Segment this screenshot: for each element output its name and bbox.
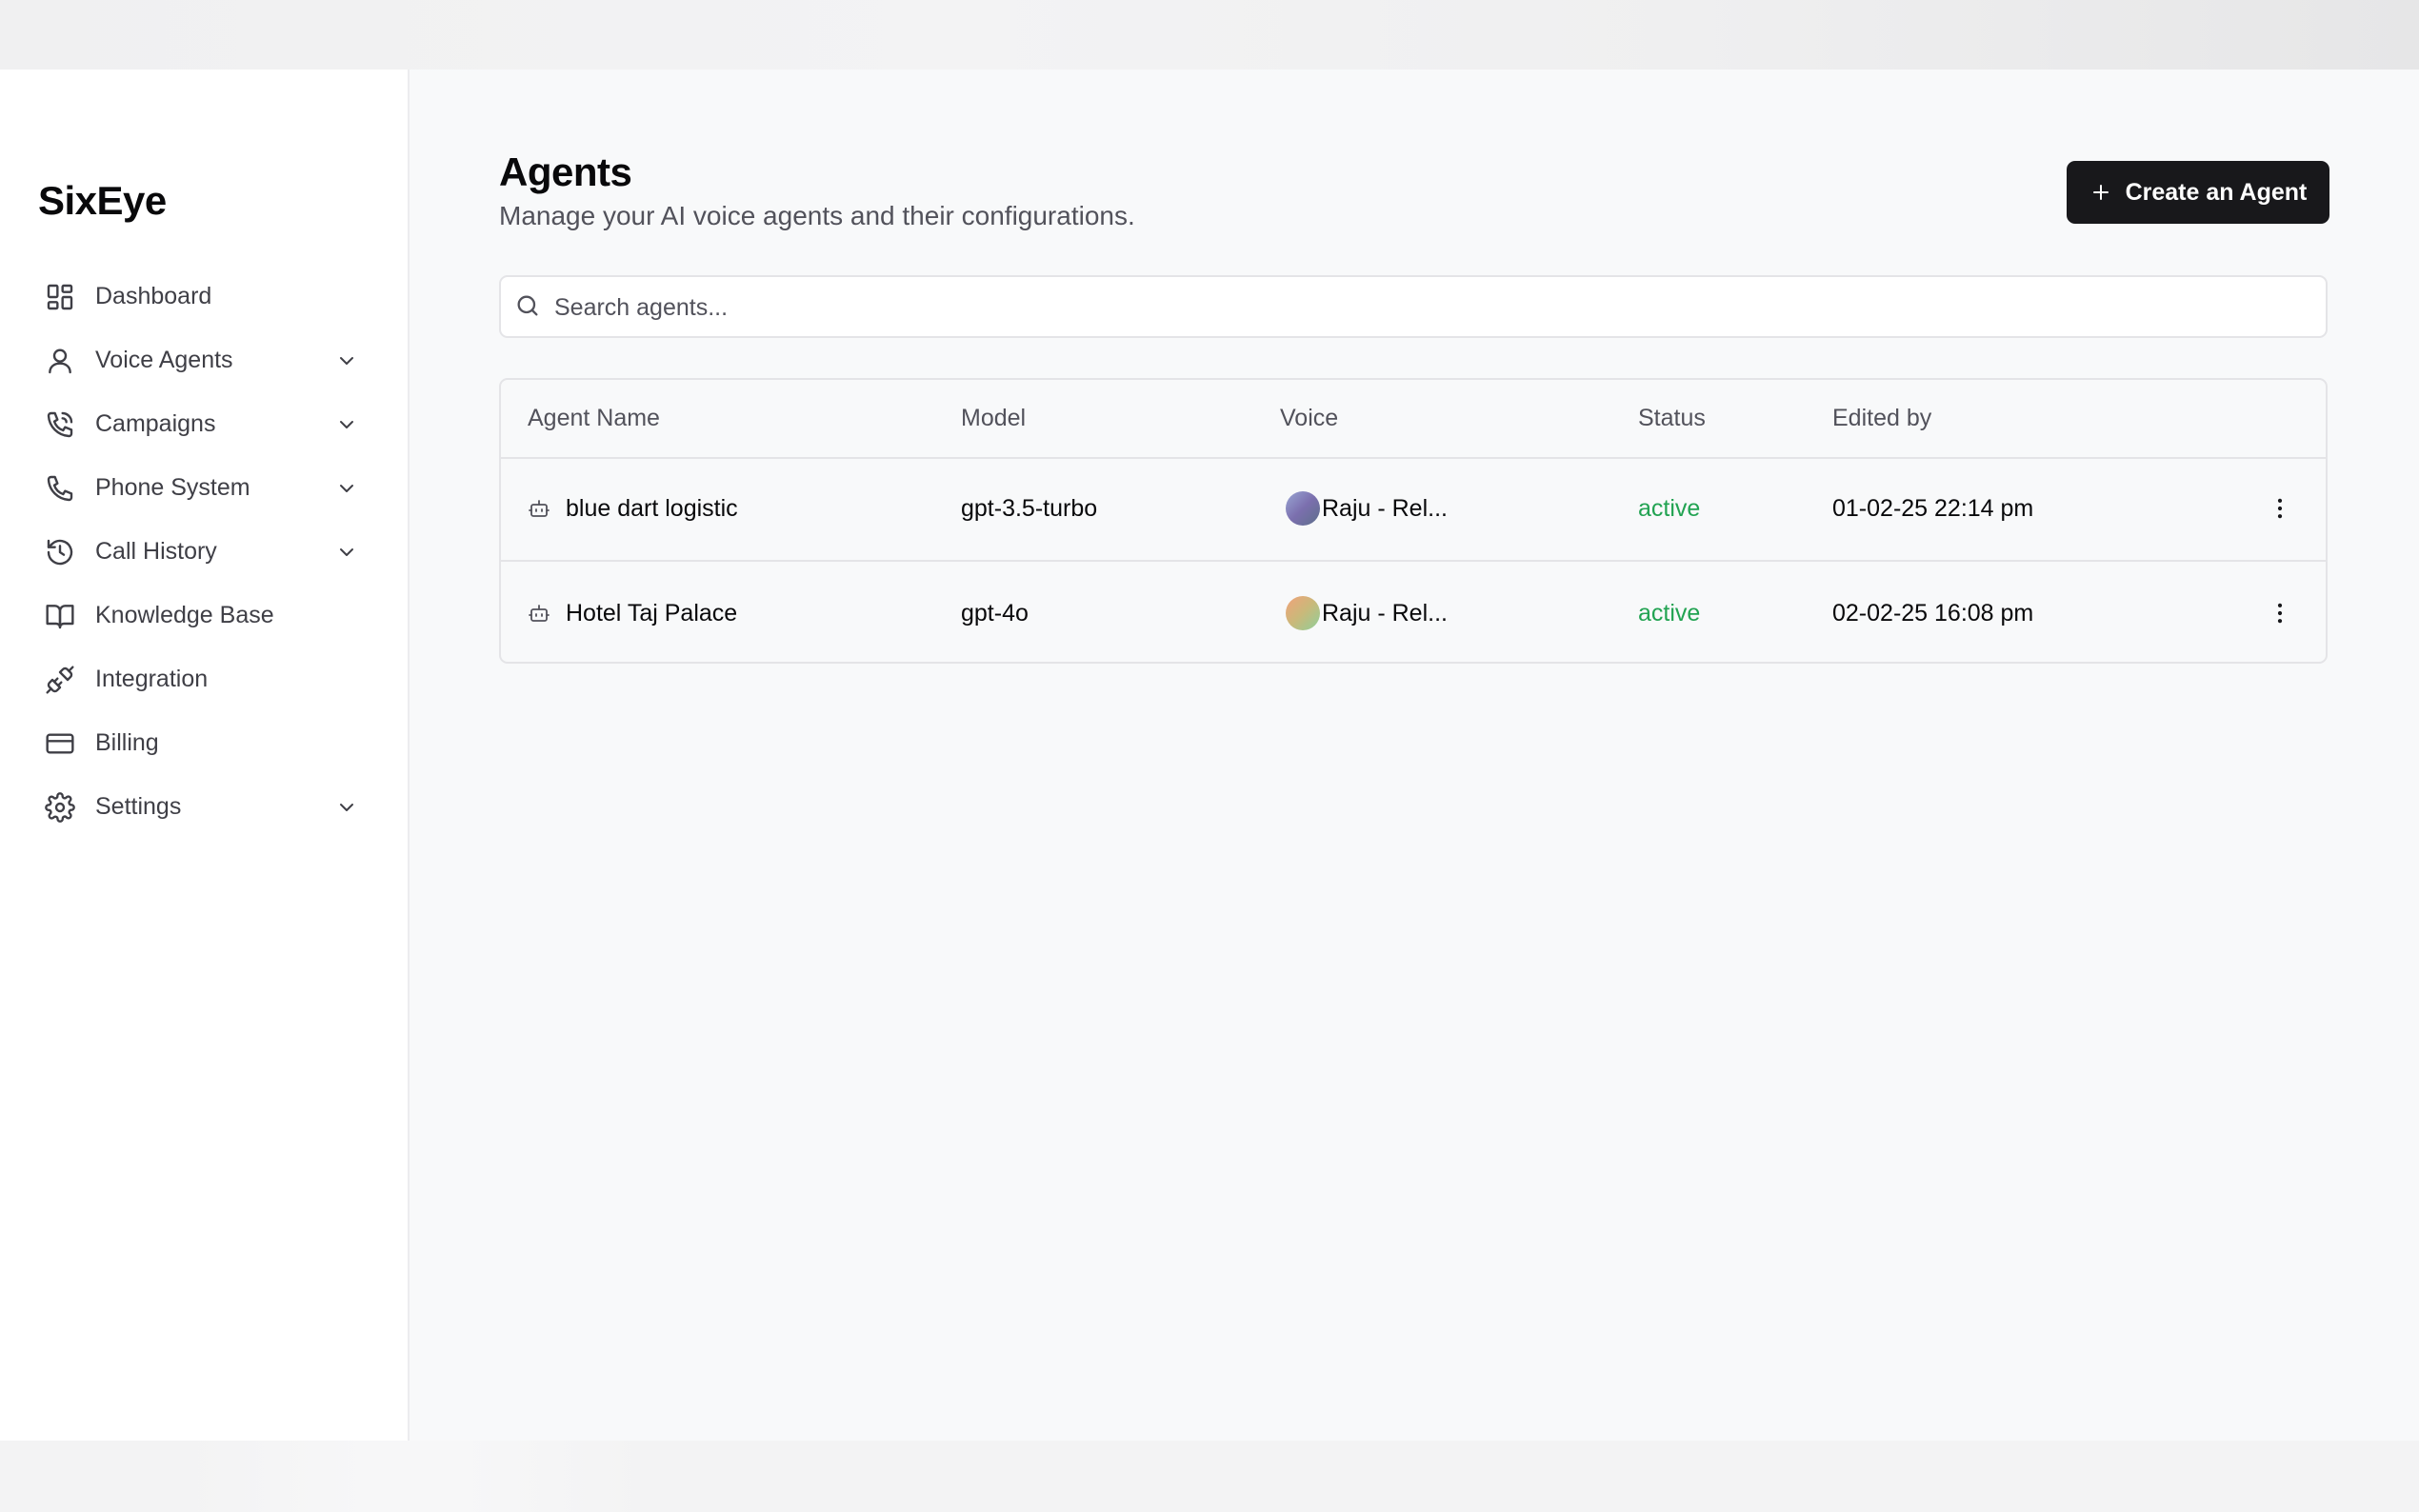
sidebar-item-label: Campaigns [95, 410, 216, 437]
row-actions-button[interactable] [2263, 596, 2297, 630]
user-icon [44, 345, 76, 377]
sidebar-item-call-history[interactable]: Call History [34, 520, 377, 584]
page-subtitle: Manage your AI voice agents and their co… [499, 201, 1135, 230]
search-input[interactable] [552, 277, 2309, 338]
search-icon [517, 295, 538, 316]
sidebar: SixEye Dashboard Voice Agents Campaigns [0, 70, 410, 1441]
search-box [499, 275, 2328, 338]
plug-icon [44, 664, 76, 696]
history-icon [44, 536, 76, 568]
voice-avatar [1286, 596, 1320, 630]
edited-by: 01-02-25 22:14 pm [1832, 495, 2034, 522]
create-agent-button[interactable]: Create an Agent [2067, 161, 2329, 224]
chevron-down-icon[interactable] [335, 541, 358, 564]
gear-icon [44, 791, 76, 824]
plus-icon [2092, 185, 2109, 200]
bot-icon [529, 500, 550, 517]
phone-icon [44, 472, 76, 505]
phone-call-icon [44, 408, 76, 441]
bottom-bar-shade [186, 1441, 643, 1512]
sidebar-item-label: Dashboard [95, 283, 212, 309]
edited-by: 02-02-25 16:08 pm [1832, 600, 2034, 627]
sidebar-item-label: Integration [95, 666, 209, 692]
sidebar-item-billing[interactable]: Billing [34, 711, 377, 775]
sidebar-item-phone-system[interactable]: Phone System [34, 456, 377, 520]
chevron-down-icon[interactable] [335, 349, 358, 372]
chevron-down-icon[interactable] [335, 413, 358, 436]
sidebar-item-voice-agents[interactable]: Voice Agents [34, 328, 377, 392]
sidebar-item-label: Call History [95, 538, 217, 565]
top-bar [0, 0, 2419, 70]
table-row[interactable]: Hotel Taj Palace gpt-4o Raju - Rel... ac… [501, 562, 2326, 662]
main-content: Agents Manage your AI voice agents and t… [410, 70, 2419, 1441]
agent-voice: Raju - Rel... [1322, 600, 1448, 627]
agents-table: Agent Name Model Voice Status Edited by … [499, 378, 2328, 664]
sidebar-item-knowledge-base[interactable]: Knowledge Base [34, 584, 377, 647]
more-vertical-icon [2277, 603, 2283, 624]
sidebar-item-label: Settings [95, 793, 182, 820]
sidebar-item-label: Voice Agents [95, 347, 233, 373]
agent-model: gpt-4o [961, 600, 1029, 627]
create-agent-label: Create an Agent [2125, 178, 2308, 206]
page-title: Agents [499, 149, 632, 194]
column-header-voice[interactable]: Voice [1280, 380, 1338, 457]
status-badge: active [1638, 600, 1701, 627]
sidebar-item-label: Billing [95, 729, 159, 756]
sidebar-item-settings[interactable]: Settings [34, 775, 377, 839]
column-header-agent-name[interactable]: Agent Name [528, 380, 660, 457]
column-header-status[interactable]: Status [1638, 380, 1706, 457]
bottom-bar [0, 1441, 2419, 1512]
sidebar-item-integration[interactable]: Integration [34, 647, 377, 711]
sidebar-item-label: Phone System [95, 474, 250, 501]
chevron-down-icon[interactable] [335, 477, 358, 500]
voice-avatar [1286, 491, 1320, 526]
credit-card-icon [44, 727, 76, 760]
chevron-down-icon[interactable] [335, 796, 358, 819]
book-open-icon [44, 600, 76, 632]
agent-model: gpt-3.5-turbo [961, 495, 1098, 522]
column-header-model[interactable]: Model [961, 380, 1026, 457]
table-row[interactable]: blue dart logistic gpt-3.5-turbo Raju - … [501, 457, 2326, 562]
more-vertical-icon [2277, 498, 2283, 519]
row-actions-button[interactable] [2263, 491, 2297, 526]
sidebar-item-campaigns[interactable]: Campaigns [34, 392, 377, 456]
column-header-edited-by[interactable]: Edited by [1832, 380, 1931, 457]
agent-name[interactable]: Hotel Taj Palace [566, 562, 737, 662]
agent-name[interactable]: blue dart logistic [566, 457, 738, 560]
status-badge: active [1638, 495, 1701, 522]
agent-voice: Raju - Rel... [1322, 495, 1448, 522]
sidebar-item-label: Knowledge Base [95, 602, 274, 628]
sidebar-item-dashboard[interactable]: Dashboard [34, 265, 377, 328]
table-header: Agent Name Model Voice Status Edited by [501, 380, 2326, 459]
brand-logo: SixEye [38, 178, 167, 223]
sidebar-nav: Dashboard Voice Agents Campaigns Phone S… [34, 265, 377, 839]
bot-icon [529, 605, 550, 622]
dashboard-icon [44, 281, 76, 313]
